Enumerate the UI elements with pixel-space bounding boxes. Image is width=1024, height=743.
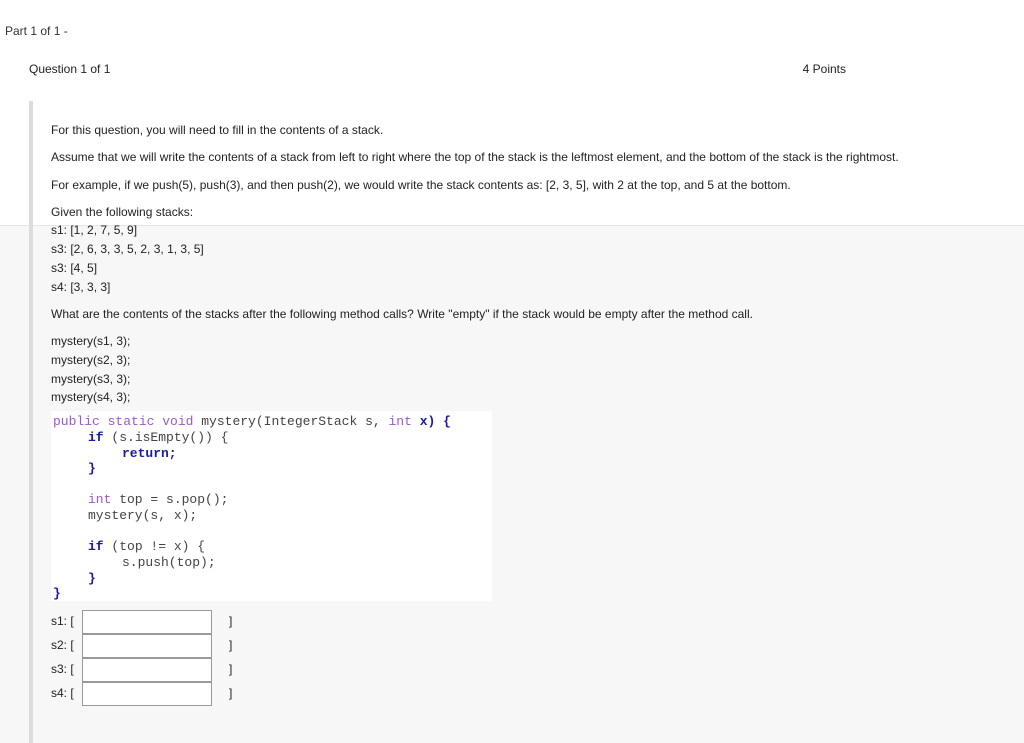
code-block: public static void mystery(IntegerStack … xyxy=(51,411,492,601)
code-line-pop: int top = s.pop(); xyxy=(88,492,228,508)
answer-label-s3: s3: [ xyxy=(51,662,74,676)
code-line-close-if: } xyxy=(88,461,96,477)
code-line-if-top: if (top != x) { xyxy=(88,539,205,555)
answer-label-s1: s1: [ xyxy=(51,614,74,628)
stack-s2: s3: [2, 6, 3, 3, 5, 2, 3, 1, 3, 5] xyxy=(51,240,204,258)
stack-s4: s4: [3, 3, 3] xyxy=(51,278,110,296)
answer-input-s2[interactable] xyxy=(82,634,212,658)
answer-close-s3: ] xyxy=(229,662,232,676)
answer-input-s1[interactable] xyxy=(82,610,212,634)
code-line-return: return; xyxy=(122,446,177,462)
assume-text: Assume that we will write the contents o… xyxy=(51,148,899,166)
example-text: For example, if we push(5), push(3), and… xyxy=(51,176,791,194)
what-text: What are the contents of the stacks afte… xyxy=(51,305,753,323)
code-line-close-method: } xyxy=(53,586,61,602)
code-line-push: s.push(top); xyxy=(122,555,216,571)
call-3: mystery(s3, 3); xyxy=(51,370,130,388)
given-text: Given the following stacks: xyxy=(51,203,193,221)
intro-text: For this question, you will need to fill… xyxy=(51,121,383,139)
answer-input-s4[interactable] xyxy=(82,682,212,706)
answer-close-s2: ] xyxy=(229,638,232,652)
code-line-signature: public static void mystery(IntegerStack … xyxy=(53,414,451,430)
code-line-recursion: mystery(s, x); xyxy=(88,508,197,524)
answer-close-s1: ] xyxy=(229,614,232,628)
code-line-if-empty: if (s.isEmpty()) { xyxy=(88,430,228,446)
call-1: mystery(s1, 3); xyxy=(51,332,130,350)
call-2: mystery(s2, 3); xyxy=(51,351,130,369)
answer-close-s4: ] xyxy=(229,686,232,700)
stack-s1: s1: [1, 2, 7, 5, 9] xyxy=(51,221,137,239)
answer-input-s3[interactable] xyxy=(82,658,212,682)
question-number: Question 1 of 1 xyxy=(29,62,110,76)
stack-s3: s3: [4, 5] xyxy=(51,259,97,277)
call-4: mystery(s4, 3); xyxy=(51,388,130,406)
part-header: Part 1 of 1 - xyxy=(5,24,68,38)
answer-label-s2: s2: [ xyxy=(51,638,74,652)
answer-label-s4: s4: [ xyxy=(51,686,74,700)
code-line-close-if2: } xyxy=(88,571,96,587)
question-points: 4 Points xyxy=(803,62,846,76)
